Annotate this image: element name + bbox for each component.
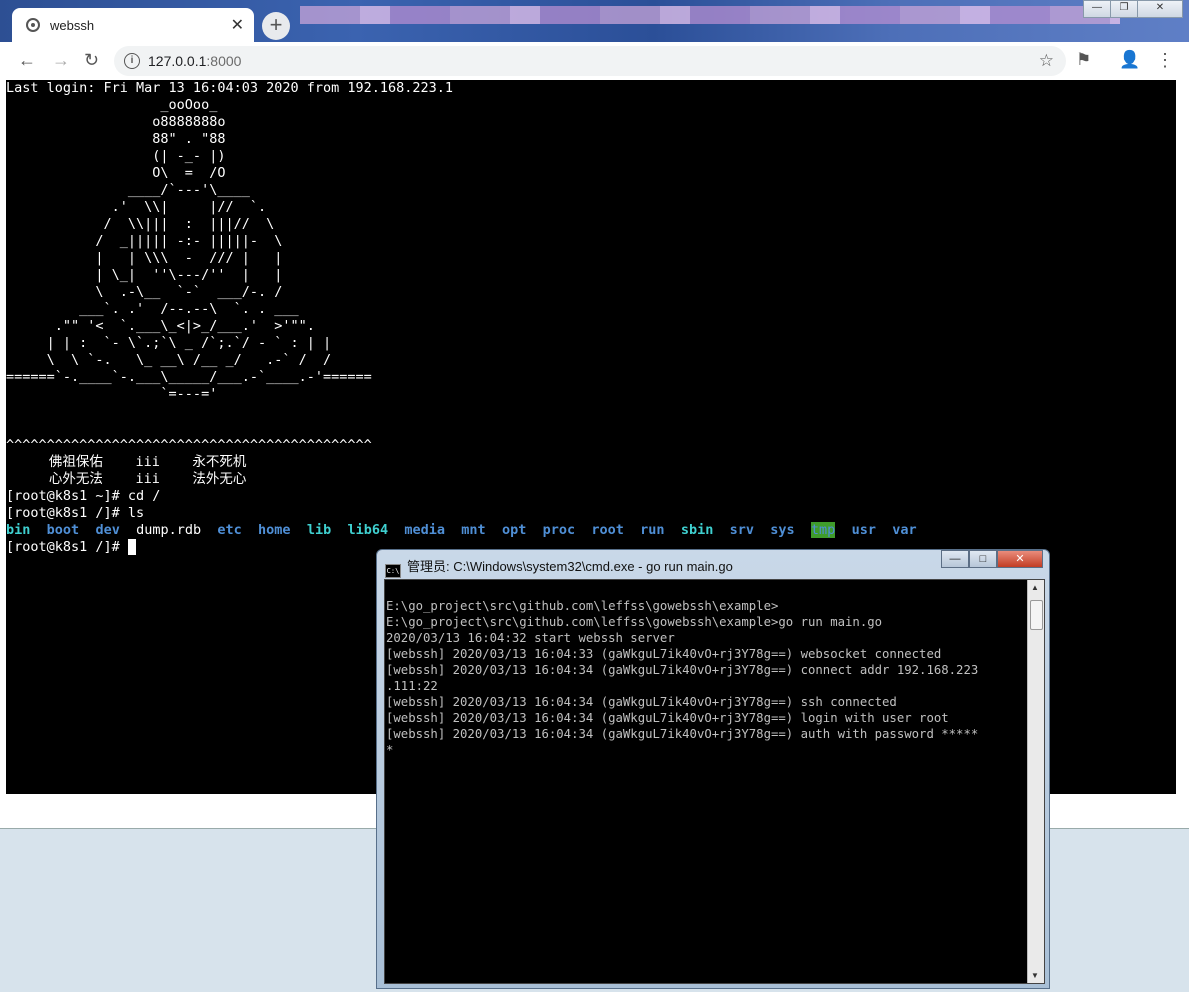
cmd-line: [webssh] 2020/03/13 16:04:34 (gaWkguL7ik… [386, 663, 979, 677]
terminal-command-line: [root@k8s1 ~]# cd / [6, 488, 161, 504]
tab-webssh[interactable]: webssh ✕ [12, 8, 254, 42]
page-scrollbar[interactable] [1176, 80, 1189, 794]
ls-entry: proc [542, 522, 576, 538]
flag-icon[interactable]: ⚑ [1076, 50, 1091, 70]
terminal-line: `=---=' [160, 386, 218, 402]
window-close-button[interactable]: ✕ [1137, 0, 1183, 18]
ls-entry: media [404, 522, 446, 538]
ls-entry: home [258, 522, 291, 538]
scroll-up-arrow-icon[interactable]: ▲ [1031, 583, 1039, 592]
terminal-cursor [127, 539, 137, 555]
terminal-command-line: [root@k8s1 /]# ls [6, 505, 145, 521]
blessing-text: 心外无法 [48, 471, 103, 487]
cmd-line: .111:22 [386, 679, 438, 693]
terminal-prompt: [root@k8s1 /]# [6, 539, 128, 555]
ls-entry: dump.rdb [136, 522, 202, 538]
terminal-line: | | : `- \`.;`\ _ /`;.`/ - ` : | | [46, 335, 332, 351]
terminal-line: \ .-\__ `-` ___/-. / [95, 284, 283, 300]
favicon-icon [26, 18, 40, 32]
ls-entry: srv [729, 522, 754, 538]
terminal-line: ."" '< `.___\_<|>_/___.' >'"". [54, 318, 315, 334]
site-info-icon[interactable]: i [124, 53, 140, 69]
cmd-app-icon: C:\ [385, 564, 401, 578]
tab-close-icon[interactable]: ✕ [231, 15, 244, 35]
new-tab-button[interactable]: + [262, 12, 290, 40]
cmd-line: [webssh] 2020/03/13 16:04:34 (gaWkguL7ik… [386, 711, 949, 725]
cmd-line: [webssh] 2020/03/13 16:04:34 (gaWkguL7ik… [386, 727, 979, 741]
desktop-background-strip [300, 6, 1120, 24]
ls-entry: run [640, 522, 665, 538]
forward-arrow-icon[interactable]: → [52, 50, 70, 71]
ls-entry: tmp [810, 522, 836, 538]
window-maximize-button[interactable]: ❐ [1110, 0, 1138, 18]
terminal-line: o8888888o [152, 114, 226, 130]
tab-strip: webssh ✕ + — ❐ ✕ [0, 0, 1189, 42]
terminal-line: .' \\| |// `. [111, 199, 267, 215]
scroll-down-arrow-icon[interactable]: ▼ [1031, 971, 1039, 980]
cmd-line: [webssh] 2020/03/13 16:04:34 (gaWkguL7ik… [386, 695, 897, 709]
blessing-text: iii [135, 454, 160, 470]
terminal-line: O\ = /O [152, 165, 226, 181]
terminal-output: Last login: Fri Mar 13 16:04:03 2020 fro… [6, 80, 917, 556]
terminal-line: 88" . "88 [152, 131, 226, 147]
tab-title: webssh [50, 18, 95, 33]
terminal-line: \ \ `-. \_ __\ /__ _/ .-` / / [46, 352, 332, 368]
terminal-line: ___`. .' /--.--\ `. . ___ [79, 301, 299, 317]
cmd-minimize-button[interactable]: — [941, 550, 969, 568]
terminal-line: / \\||| : |||// \ [103, 216, 275, 232]
cmd-output: E:\go_project\src\github.com\leffss\gowe… [385, 598, 978, 758]
ls-entry: boot [46, 522, 80, 538]
back-arrow-icon[interactable]: ← [18, 50, 36, 71]
terminal-line: (| -_- |) [152, 148, 226, 164]
ls-entry: var [892, 522, 917, 538]
ls-entry: sys [770, 522, 795, 538]
terminal-line: | \_| ''\---/'' | | [95, 267, 283, 283]
cmd-line: [webssh] 2020/03/13 16:04:33 (gaWkguL7ik… [386, 647, 942, 661]
cmd-console[interactable]: E:\go_project\src\github.com\leffss\gowe… [384, 579, 1045, 984]
reload-icon[interactable]: ↻ [84, 50, 99, 71]
cmd-line: E:\go_project\src\github.com\leffss\gowe… [386, 599, 779, 613]
terminal-line: ____/`---'\____ [127, 182, 250, 198]
cmd-window[interactable]: C:\ 管理员: C:\Windows\system32\cmd.exe - go… [376, 549, 1050, 989]
ls-entry: dev [95, 522, 120, 538]
cmd-title-bar[interactable]: C:\ 管理员: C:\Windows\system32\cmd.exe - go… [385, 556, 733, 578]
blessing-text: 法外无心 [192, 471, 247, 487]
scrollbar-thumb[interactable] [1030, 600, 1043, 630]
menu-kebab-icon[interactable]: ⋮ [1156, 50, 1174, 71]
ls-entry: mnt [461, 522, 486, 538]
browser-toolbar: ← → ↻ i 127.0.0.1:8000 ☆ ⚑ 👤 ⋮ [0, 42, 1189, 80]
terminal-line: / _||||| -:- |||||- \ [95, 233, 283, 249]
ls-entry: root [591, 522, 624, 538]
terminal-line: ======`-.____`-.___\_____/___.-`____.-'=… [6, 369, 372, 385]
cmd-line: E:\go_project\src\github.com\leffss\gowe… [386, 615, 883, 629]
ls-entry: opt [501, 522, 527, 538]
cmd-line: * [386, 743, 394, 757]
terminal-banner: Last login: Fri Mar 13 16:04:03 2020 fro… [6, 80, 453, 453]
blessing-text: 永不死机 [192, 454, 247, 470]
cmd-title: 管理员: C:\Windows\system32\cmd.exe - go ru… [407, 559, 733, 574]
cmd-scrollbar[interactable]: ▲ ▼ [1027, 580, 1044, 983]
address-bar[interactable]: i 127.0.0.1:8000 ☆ [114, 46, 1066, 76]
terminal-line: _ooOoo_ [160, 97, 218, 113]
profile-icon[interactable]: 👤 [1119, 50, 1140, 70]
ls-entry: usr [851, 522, 876, 538]
bookmark-star-icon[interactable]: ☆ [1039, 51, 1054, 71]
ls-entry: lib [306, 522, 332, 538]
blessing-text: iii [135, 471, 160, 487]
ls-entry: etc [217, 522, 242, 538]
terminal-line: Last login: Fri Mar 13 16:04:03 2020 fro… [6, 80, 454, 96]
blessing-text: 佛祖保佑 [48, 454, 103, 470]
cmd-line: 2020/03/13 16:04:32 start webssh server [386, 631, 675, 645]
terminal-line: ^^^^^^^^^^^^^^^^^^^^^^^^^^^^^^^^^^^^^^^^… [6, 437, 372, 453]
terminal-line: | | \\\ - /// | | [95, 250, 283, 266]
ls-output: bin boot dev dump.rdb etc home lib lib64… [6, 522, 917, 538]
url-text[interactable]: 127.0.0.1:8000 [148, 53, 241, 69]
cmd-maximize-button[interactable]: □ [969, 550, 997, 568]
ls-entry: bin [6, 522, 31, 538]
ls-entry: sbin [680, 522, 714, 538]
cmd-close-button[interactable]: ✕ [997, 550, 1043, 568]
ls-entry: lib64 [347, 522, 389, 538]
window-minimize-button[interactable]: — [1083, 0, 1111, 18]
